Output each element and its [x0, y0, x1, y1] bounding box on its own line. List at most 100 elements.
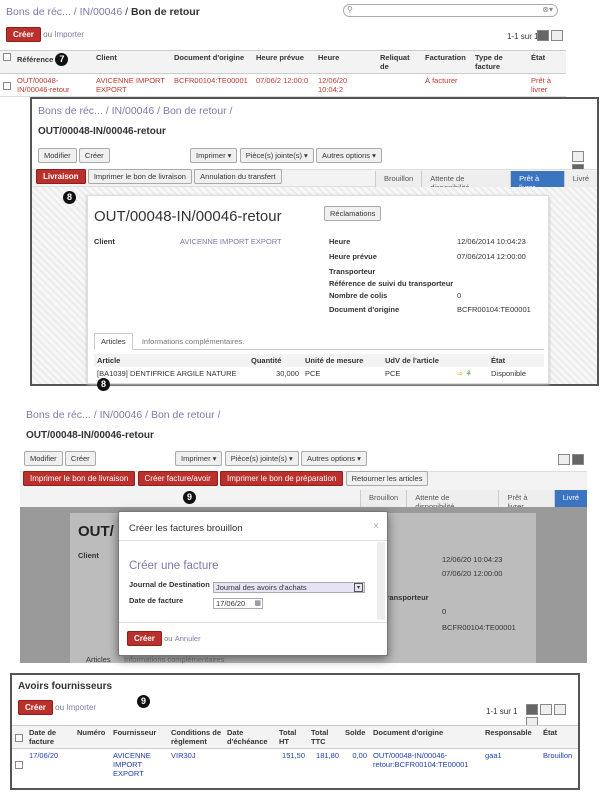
breadcrumb-item[interactable]: Bons de réc... [6, 6, 71, 18]
breadcrumb-item[interactable]: Bons de réc... [38, 105, 103, 117]
list-view-button[interactable] [526, 704, 538, 715]
breadcrumb-item[interactable]: Bon de retour [163, 105, 227, 117]
dialog-scrollbar[interactable] [377, 542, 385, 620]
column-header[interactable]: Heure prévue [253, 51, 315, 74]
column-header[interactable]: Référence [17, 55, 53, 64]
column-header[interactable]: Total TTC [308, 726, 342, 749]
column-header[interactable]: Type de facture [472, 51, 528, 74]
print-dropdown[interactable]: Imprimer ▾ [190, 148, 238, 163]
form-view-button[interactable] [572, 454, 584, 465]
list-view-button[interactable] [572, 151, 584, 162]
attachments-dropdown[interactable]: Pièce(s) jointe(s) ▾ [224, 451, 299, 466]
client-label: Client [94, 237, 115, 246]
cell-invoicing: À facturer [425, 76, 458, 85]
row-checkbox[interactable] [15, 761, 23, 769]
tab-articles[interactable]: Articles [94, 333, 133, 350]
calendar-icon[interactable]: ▦ [254, 599, 261, 607]
select-all-checkbox[interactable] [15, 734, 23, 742]
column-header[interactable]: Article [94, 354, 248, 367]
return-products-button[interactable]: Retourner les articles [345, 471, 429, 486]
import-link[interactable]: Importer [54, 30, 84, 39]
row-checkbox[interactable] [3, 82, 11, 90]
column-header[interactable]: État [540, 726, 578, 749]
form-view-button[interactable] [540, 704, 552, 715]
column-header[interactable]: Conditions de règlement [168, 726, 224, 749]
column-header[interactable]: Facturation [422, 51, 472, 74]
edit-button[interactable]: Modifier [24, 451, 63, 466]
cell-scheduled: 07/06/2 12:00:0 [256, 76, 309, 85]
table-row[interactable]: 17/06/20 AVICENNE IMPORT EXPORT VIR30J 1… [12, 749, 578, 781]
dialog-create-button[interactable]: Créer [127, 631, 162, 646]
column-header[interactable]: Numéro [74, 726, 110, 749]
split-icon[interactable]: ⚘ [465, 369, 472, 378]
search-options-icon[interactable]: ⊗▾ [542, 5, 553, 14]
column-header[interactable]: État [528, 51, 566, 74]
column-header[interactable]: État [488, 354, 544, 367]
breadcrumb-item[interactable]: Bons de réc... [26, 409, 91, 421]
cell-article: [BA1039] DENTIFRICE ARGILE NATURE [97, 369, 237, 378]
calendar-view-button[interactable] [554, 704, 566, 715]
column-header[interactable]: UdV de l'article [382, 354, 454, 367]
column-header[interactable]: Unité de mesure [302, 354, 382, 367]
dialog-title: Créer les factures brouillon [129, 523, 243, 534]
cell-payment-terms: VIR30J [171, 751, 196, 760]
breadcrumb-item[interactable]: Bon de retour [151, 409, 215, 421]
column-header[interactable]: Date de facture [26, 726, 74, 749]
dialog-cancel-link[interactable]: Annuler [175, 634, 201, 643]
column-header[interactable]: Document d'origine [171, 51, 253, 74]
create-button[interactable]: Créer [78, 148, 110, 163]
close-icon[interactable]: × [373, 521, 379, 532]
create-button[interactable]: Créer [64, 451, 96, 466]
list-view-button[interactable] [558, 454, 570, 465]
more-options-dropdown[interactable]: Autres options ▾ [301, 451, 367, 466]
cancel-transfer-button[interactable]: Annulation du transfert [194, 169, 282, 184]
print-dropdown[interactable]: Imprimer ▾ [175, 451, 223, 466]
cell-origin: BCFR00104:TE00001 [174, 76, 248, 85]
column-header[interactable]: Solde [342, 726, 370, 749]
column-header[interactable]: Heure [315, 51, 377, 74]
column-header[interactable]: Client [93, 51, 171, 74]
create-button[interactable]: Créer [18, 700, 53, 715]
edit-button[interactable]: Modifier [38, 148, 77, 163]
column-header[interactable]: Responsable [482, 726, 540, 749]
column-header[interactable]: Total HT [276, 726, 308, 749]
table-row[interactable]: [BA1039] DENTIFRICE ARGILE NATURE 8 30,0… [94, 367, 544, 393]
breadcrumb-item[interactable]: IN/00046 [80, 6, 123, 18]
field-label: Transporteur [329, 267, 376, 276]
journal-select[interactable]: Journal des avoirs d'achats ▾ [213, 582, 365, 593]
search-box[interactable]: ⚲ ⊗▾ [343, 4, 558, 17]
column-header[interactable]: Reliquat de [377, 51, 422, 74]
scrap-icon[interactable]: ➾ [457, 369, 463, 378]
claims-button[interactable]: Réclamations [324, 206, 382, 221]
more-options-dropdown[interactable]: Autres options ▾ [316, 148, 382, 163]
chevron-down-icon: ▾ [354, 583, 363, 592]
column-header[interactable]: Fournisseur [110, 726, 168, 749]
table-row[interactable]: OUT/00048-IN/00046-retour AVICENNE IMPOR… [0, 74, 566, 97]
column-header[interactable]: Document d'origine [370, 726, 482, 749]
deliver-button[interactable]: Livraison [36, 169, 86, 184]
breadcrumb-item[interactable]: IN/00046 [100, 409, 143, 421]
import-link[interactable]: Importer [66, 703, 96, 712]
attachments-dropdown[interactable]: Pièce(s) jointe(s) ▾ [239, 148, 314, 163]
print-delivery-button[interactable]: Imprimer le bon de livraison [23, 471, 136, 486]
select-all-checkbox[interactable] [3, 53, 11, 61]
print-picking-button[interactable]: Imprimer le bon de préparation [219, 471, 344, 486]
invoice-dialog: Créer les factures brouillon × Créer une… [118, 511, 388, 656]
client-value[interactable]: AVICENNE IMPORT EXPORT [180, 237, 282, 246]
field-value: BCFR00104:TE00001 [457, 305, 531, 314]
bg-value: 0 [442, 607, 447, 616]
cell-uom: PCE [305, 369, 321, 378]
tab-more-info[interactable]: Informations complémentaires. [135, 333, 252, 350]
list-view-button[interactable] [537, 30, 549, 41]
create-button[interactable]: Créer [6, 27, 41, 42]
breadcrumb: Bons de réc... / IN/00046 / Bon de retou… [38, 105, 233, 117]
step-badge: 8 [63, 191, 76, 204]
form-view-button[interactable] [551, 30, 563, 41]
column-header[interactable]: Date d'échéance [224, 726, 276, 749]
print-delivery-button[interactable]: Imprimer le bon de livraison [87, 169, 192, 184]
breadcrumb-item[interactable]: IN/00046 [112, 105, 155, 117]
column-header [454, 354, 488, 367]
date-input[interactable]: 17/06/20 ▦ [213, 598, 263, 609]
column-header[interactable]: Quantité [248, 354, 302, 367]
create-invoice-button[interactable]: Créer facture/avoir [137, 471, 218, 486]
